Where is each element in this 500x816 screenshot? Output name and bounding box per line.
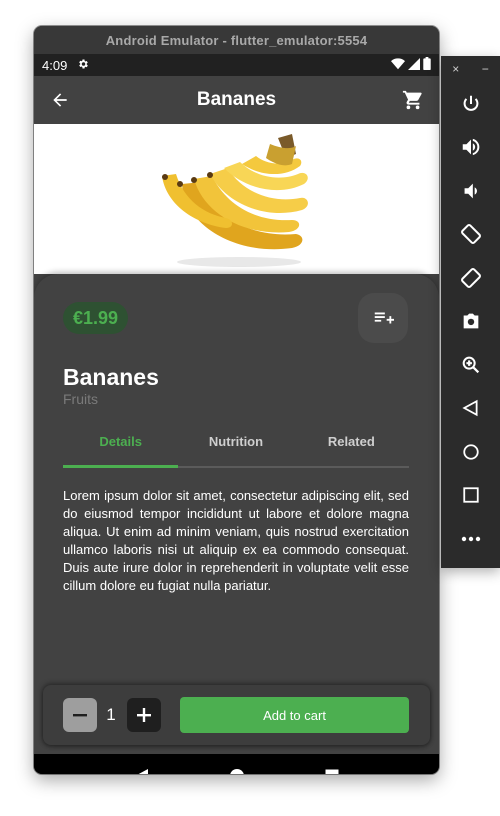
- tab-related[interactable]: Related: [294, 430, 409, 466]
- rotate-right-icon[interactable]: [441, 256, 500, 300]
- plus-icon: [137, 708, 151, 722]
- emulator-window: Android Emulator - flutter_emulator:5554…: [34, 26, 439, 774]
- zoom-icon[interactable]: [441, 343, 500, 387]
- status-time: 4:09: [42, 57, 68, 73]
- back-icon[interactable]: [441, 387, 500, 431]
- add-to-cart-bar: 1 Add to cart: [43, 685, 430, 745]
- battery-icon: [423, 57, 431, 73]
- quantity-value: 1: [106, 705, 116, 724]
- tab-details[interactable]: Details: [63, 430, 179, 468]
- playlist-add-icon: [374, 312, 394, 324]
- more-icon[interactable]: [441, 517, 500, 561]
- overview-icon[interactable]: [441, 474, 500, 518]
- android-nav-bar: [34, 754, 439, 774]
- nav-back-icon[interactable]: [134, 768, 150, 774]
- close-icon[interactable]: ×: [452, 62, 459, 76]
- power-icon[interactable]: [441, 82, 500, 126]
- nav-home-icon[interactable]: [229, 768, 245, 774]
- signal-icon: [408, 57, 420, 73]
- status-bar: 4:09: [34, 54, 439, 76]
- minimize-icon[interactable]: −: [482, 62, 489, 76]
- minus-icon: [73, 714, 87, 717]
- home-icon[interactable]: [441, 430, 500, 474]
- product-detail-sheet: €1.99 Bananes Fruits Details Nutrition R…: [34, 274, 439, 754]
- phone-screen: 4:09 Bananes €1.99 Bananes Fruits Detail…: [34, 54, 439, 774]
- camera-icon[interactable]: [441, 300, 500, 344]
- price-badge: €1.99: [63, 302, 129, 334]
- add-to-cart-button[interactable]: Add to cart: [180, 697, 409, 733]
- app-bar: Bananes: [34, 76, 439, 124]
- emulator-toolbar: × −: [441, 56, 500, 568]
- volume-down-icon[interactable]: [441, 169, 500, 213]
- product-name: Bananes: [63, 364, 159, 390]
- playlist-add-button[interactable]: [358, 293, 408, 343]
- window-title: Android Emulator - flutter_emulator:5554: [105, 32, 368, 48]
- nav-recents-icon[interactable]: [324, 768, 340, 774]
- product-image: [34, 124, 439, 274]
- banana-bunch-image: [162, 134, 308, 267]
- window-title-bar: Android Emulator - flutter_emulator:5554: [34, 26, 439, 54]
- quantity-increment-button[interactable]: [127, 698, 161, 732]
- shopping-cart-icon[interactable]: [399, 86, 427, 114]
- settings-icon: [77, 58, 89, 73]
- wifi-icon: [391, 57, 405, 73]
- page-title: Bananes: [196, 89, 277, 110]
- quantity-decrement-button[interactable]: [63, 698, 97, 732]
- tab-nutrition[interactable]: Nutrition: [178, 430, 293, 466]
- volume-up-icon[interactable]: [441, 126, 500, 170]
- product-description: Lorem ipsum dolor sit amet, consectetur …: [63, 488, 409, 593]
- arrow-back-icon[interactable]: [46, 86, 74, 114]
- detail-tabs: Details Nutrition Related: [63, 430, 409, 468]
- product-category: Fruits: [63, 391, 98, 407]
- rotate-left-icon[interactable]: [441, 213, 500, 257]
